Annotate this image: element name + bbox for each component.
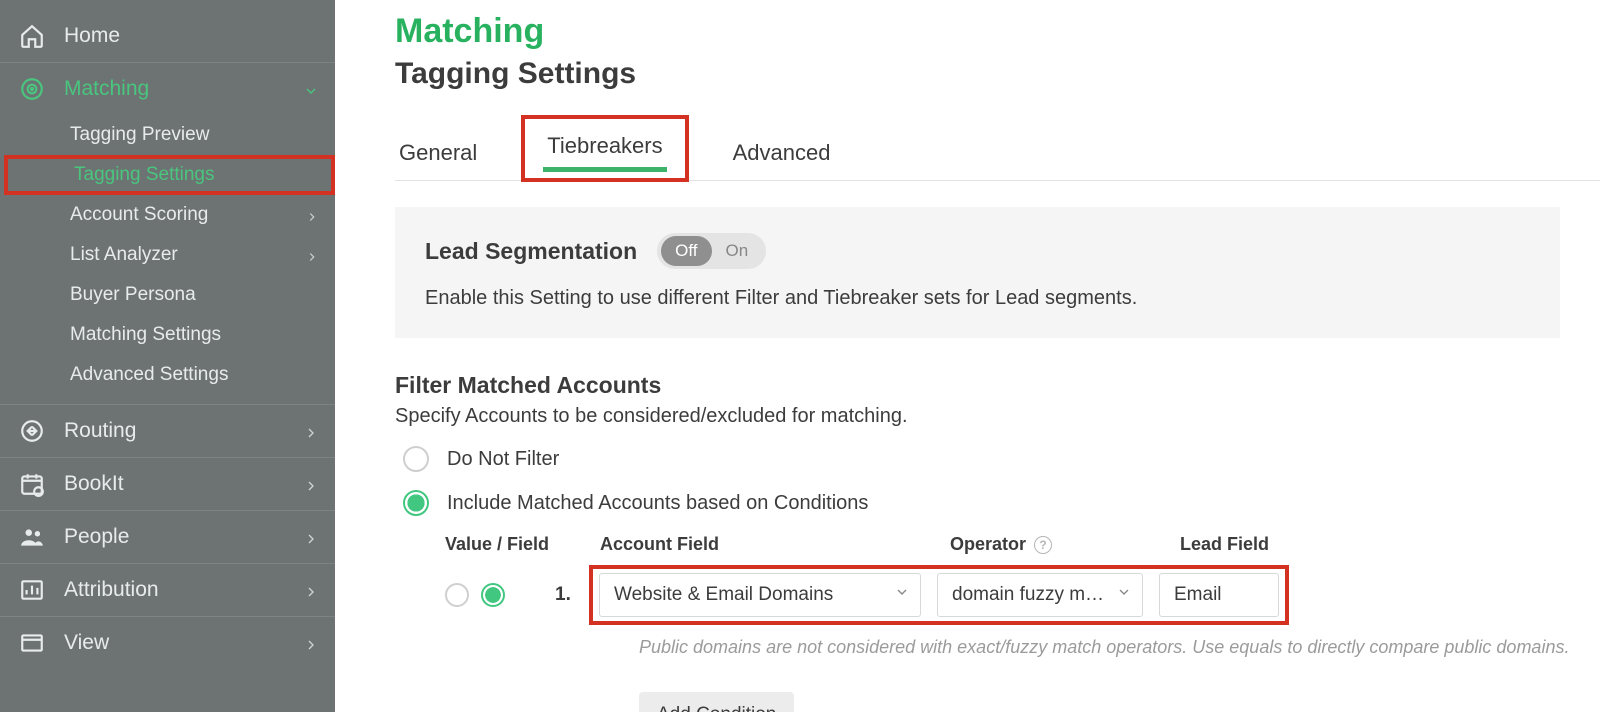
nav-view-label: View xyxy=(64,631,109,655)
chevron-right-icon xyxy=(303,529,319,545)
condition-row-1: 1. Website & Email Domains domain fuzzy … xyxy=(445,565,1600,625)
nav-matching[interactable]: Matching xyxy=(0,62,335,115)
sidebar-item-buyer-persona[interactable]: Buyer Persona xyxy=(0,275,335,315)
radio-unchecked-icon xyxy=(403,446,429,472)
lead-segmentation-panel: Lead Segmentation Off On Enable this Set… xyxy=(395,207,1560,338)
filter-title: Filter Matched Accounts xyxy=(395,372,1600,399)
chevron-down-icon xyxy=(1116,584,1132,606)
add-condition-button[interactable]: Add Condition xyxy=(639,692,794,712)
tab-tiebreakers[interactable]: Tiebreakers xyxy=(543,129,666,172)
view-icon xyxy=(18,629,46,657)
segmentation-toggle[interactable]: Off On xyxy=(657,233,766,269)
condition-headers: Value / Field Account Field Operator ? L… xyxy=(445,534,1600,555)
radio-include-conditions-label: Include Matched Accounts based on Condit… xyxy=(447,492,868,515)
chevron-down-icon xyxy=(894,584,910,606)
tab-advanced[interactable]: Advanced xyxy=(729,134,835,180)
nav-routing-label: Routing xyxy=(64,419,136,443)
tab-tiebreakers-highlight: Tiebreakers xyxy=(521,115,688,182)
sidebar: Home Matching Tagging Preview Tagging Se… xyxy=(0,0,335,712)
nav-people-label: People xyxy=(64,525,129,549)
radio-include-conditions[interactable]: Include Matched Accounts based on Condit… xyxy=(395,490,1600,516)
toggle-off-label: Off xyxy=(661,236,711,266)
calendar-icon xyxy=(18,470,46,498)
condition-inputs-highlight: Website & Email Domains domain fuzzy m… … xyxy=(589,565,1289,625)
chevron-right-icon xyxy=(303,635,319,651)
row-number: 1. xyxy=(555,584,589,606)
lead-segmentation-desc: Enable this Setting to use different Fil… xyxy=(425,287,1530,310)
nav-home-label: Home xyxy=(64,24,120,48)
page-title: Matching xyxy=(395,12,1600,51)
toggle-on-label: On xyxy=(712,236,763,266)
header-lead-field: Lead Field xyxy=(1180,534,1340,555)
mini-radio-field[interactable] xyxy=(481,583,505,607)
chevron-right-icon xyxy=(303,423,319,439)
main-content: Matching Tagging Settings General Tiebre… xyxy=(335,0,1600,712)
nav-attribution-label: Attribution xyxy=(64,578,159,602)
chevron-down-icon xyxy=(303,81,319,97)
target-icon xyxy=(18,75,46,103)
sidebar-item-matching-settings[interactable]: Matching Settings xyxy=(0,315,335,355)
page-subtitle: Tagging Settings xyxy=(395,57,1600,91)
chevron-right-icon xyxy=(303,582,319,598)
account-field-select[interactable]: Website & Email Domains xyxy=(599,573,921,617)
home-icon xyxy=(18,22,46,50)
sidebar-item-tagging-settings[interactable]: Tagging Settings xyxy=(4,155,335,195)
radio-checked-icon xyxy=(403,490,429,516)
people-icon xyxy=(18,523,46,551)
nav-matching-label: Matching xyxy=(64,77,149,101)
helper-text: Public domains are not considered with e… xyxy=(639,637,1600,658)
lead-field-select[interactable]: Email xyxy=(1159,573,1279,617)
filter-conditions: Value / Field Account Field Operator ? L… xyxy=(445,534,1600,712)
nav-bookit-label: BookIt xyxy=(64,472,124,496)
header-operator: Operator ? xyxy=(950,534,1180,555)
sidebar-item-account-scoring[interactable]: Account Scoring xyxy=(0,195,335,235)
tab-general[interactable]: General xyxy=(395,134,481,180)
radio-do-not-filter-label: Do Not Filter xyxy=(447,448,559,471)
nav-people[interactable]: People xyxy=(0,510,335,563)
routing-icon xyxy=(18,417,46,445)
sidebar-item-advanced-settings[interactable]: Advanced Settings xyxy=(0,355,335,404)
nav-attribution[interactable]: Attribution xyxy=(0,563,335,616)
header-value-field: Value / Field xyxy=(445,534,600,555)
nav-bookit[interactable]: BookIt xyxy=(0,457,335,510)
sidebar-item-list-analyzer[interactable]: List Analyzer xyxy=(0,235,335,275)
tabs: General Tiebreakers Advanced xyxy=(395,115,1600,181)
nav-home[interactable]: Home xyxy=(0,10,335,62)
chevron-right-icon xyxy=(305,248,319,262)
operator-select[interactable]: domain fuzzy m… xyxy=(937,573,1143,617)
nav-view[interactable]: View xyxy=(0,616,335,669)
mini-radio-value[interactable] xyxy=(445,583,469,607)
lead-segmentation-title: Lead Segmentation xyxy=(425,238,637,265)
filter-desc: Specify Accounts to be considered/exclud… xyxy=(395,405,1600,428)
value-field-toggle[interactable] xyxy=(445,583,555,607)
nav-routing[interactable]: Routing xyxy=(0,404,335,457)
chevron-right-icon xyxy=(303,476,319,492)
chart-icon xyxy=(18,576,46,604)
chevron-right-icon xyxy=(305,208,319,222)
radio-do-not-filter[interactable]: Do Not Filter xyxy=(395,446,1600,472)
header-account-field: Account Field xyxy=(600,534,950,555)
help-icon[interactable]: ? xyxy=(1034,536,1052,554)
sidebar-item-tagging-preview[interactable]: Tagging Preview xyxy=(0,115,335,155)
